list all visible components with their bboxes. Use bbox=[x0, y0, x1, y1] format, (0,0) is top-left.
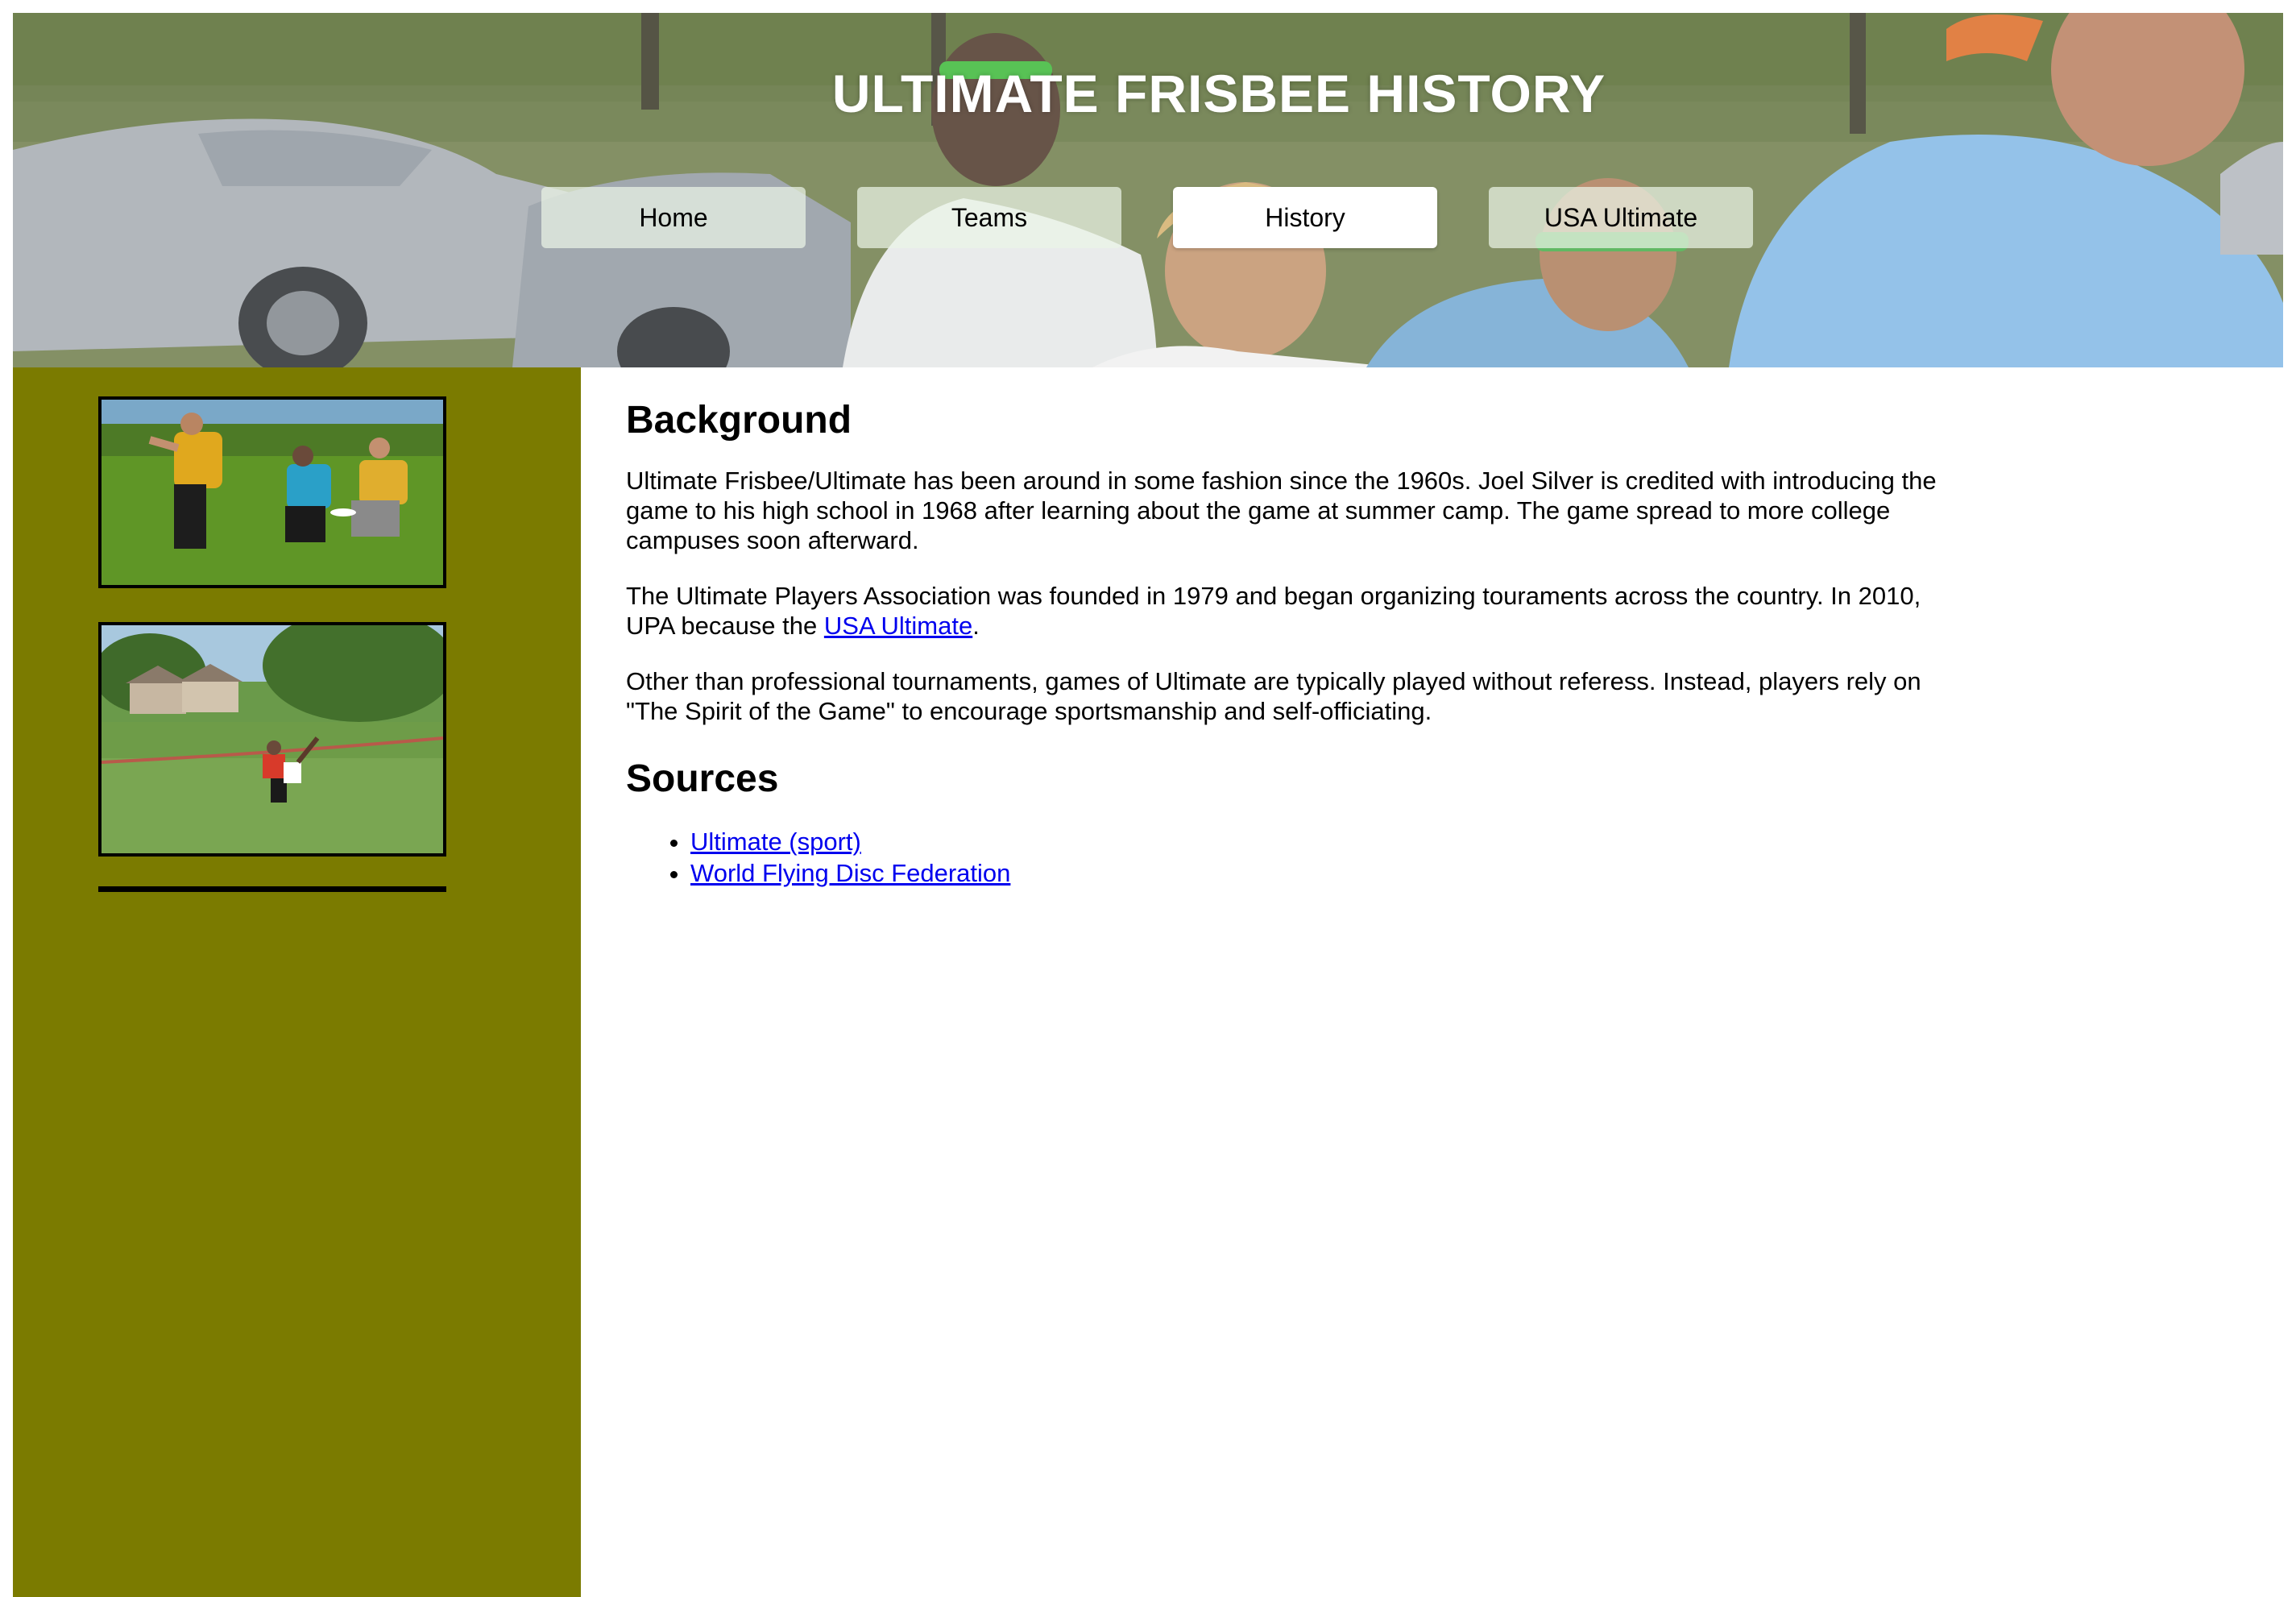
nav-home[interactable]: Home bbox=[541, 187, 806, 248]
nav-usa-ultimate[interactable]: USA Ultimate bbox=[1489, 187, 1753, 248]
background-paragraph-3: Other than professional tournaments, gam… bbox=[626, 667, 1921, 725]
page: ULTIMATE FRISBEE HISTORY Home Teams Hist… bbox=[13, 13, 2283, 1597]
para2-text: The Ultimate Players Association was fou… bbox=[626, 582, 1921, 640]
sidebar bbox=[13, 367, 581, 1597]
usa-ultimate-link[interactable]: USA Ultimate bbox=[824, 612, 972, 640]
nav-teams[interactable]: Teams bbox=[857, 187, 1121, 248]
ultimate-game-photo bbox=[98, 396, 446, 588]
list-item: World Flying Disc Federation bbox=[690, 857, 1955, 889]
site-title: ULTIMATE FRISBEE HISTORY bbox=[831, 64, 1606, 123]
background-heading: Background bbox=[626, 399, 852, 442]
background-paragraph-2: The Ultimate Players Association was fou… bbox=[626, 581, 1955, 641]
sources-list: Ultimate (sport) World Flying Disc Feder… bbox=[626, 826, 1955, 889]
ultimate-sport-link[interactable]: Ultimate (sport) bbox=[690, 828, 861, 856]
para2-end: . bbox=[972, 612, 980, 640]
sidebar-divider bbox=[98, 886, 446, 892]
sources-heading: Sources bbox=[626, 757, 779, 800]
main-content: Background Ultimate Frisbee/Ultimate has… bbox=[626, 367, 1955, 889]
site-header: ULTIMATE FRISBEE HISTORY Home Teams Hist… bbox=[13, 13, 2283, 367]
background-paragraph-1: Ultimate Frisbee/Ultimate has been aroun… bbox=[626, 467, 1937, 554]
nav-history[interactable]: History bbox=[1173, 187, 1437, 248]
list-item: Ultimate (sport) bbox=[690, 826, 1955, 857]
wfdf-link[interactable]: World Flying Disc Federation bbox=[690, 859, 1010, 887]
field-layout-catch-photo-image bbox=[102, 625, 443, 853]
field-layout-catch-photo bbox=[98, 622, 446, 857]
ultimate-game-photo-image bbox=[102, 400, 443, 585]
